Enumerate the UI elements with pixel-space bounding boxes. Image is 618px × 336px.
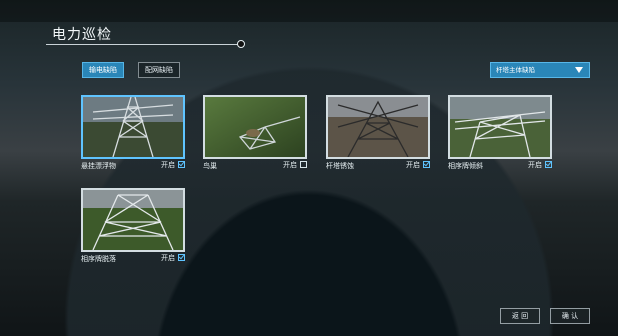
- defect-thumbnail[interactable]: [448, 95, 552, 159]
- tab-distribution-defects[interactable]: 配网缺陷: [138, 62, 180, 78]
- defect-thumbnail[interactable]: [81, 95, 185, 159]
- defect-card-floating-object[interactable]: 悬挂漂浮物 开启: [81, 95, 185, 181]
- tower-image: [83, 97, 183, 157]
- top-nav-bar: [0, 0, 618, 22]
- toggle-label: 开启: [161, 160, 175, 169]
- toggle-label: 开启: [406, 160, 420, 169]
- checkbox-checked-icon[interactable]: [423, 161, 430, 168]
- toggle-label: 开启: [528, 160, 542, 169]
- defect-card-phase-plate-missing[interactable]: 相序牌脱落 开启: [81, 188, 185, 274]
- defect-type-dropdown[interactable]: 杆塔主体缺陷: [490, 62, 590, 78]
- defect-thumbnail[interactable]: [203, 95, 307, 159]
- defect-card-phase-plate-tilt[interactable]: 相序牌倾斜 开启: [448, 95, 552, 181]
- defect-label: 杆塔锈蚀: [326, 162, 354, 170]
- toggle-label: 开启: [161, 253, 175, 262]
- tower-image: [450, 97, 550, 157]
- app-window: 电力巡检 输电缺陷 配网缺陷 杆塔主体缺陷 悬挂漂浮物 开启 鸟巢 开启 杆塔锈…: [0, 0, 618, 336]
- defect-card-tower-rust[interactable]: 杆塔锈蚀 开启: [326, 95, 430, 181]
- defect-thumbnail[interactable]: [326, 95, 430, 159]
- defect-label: 悬挂漂浮物: [81, 162, 116, 170]
- tower-image: [328, 97, 428, 157]
- toggle-label: 开启: [283, 160, 297, 169]
- page-title: 电力巡检: [52, 27, 112, 43]
- confirm-button[interactable]: 确 认: [550, 308, 590, 324]
- checkbox-checked-icon[interactable]: [178, 254, 185, 261]
- checkbox-checked-icon[interactable]: [545, 161, 552, 168]
- defect-label: 相序牌脱落: [81, 255, 116, 263]
- tab-transmission-defects[interactable]: 输电缺陷: [82, 62, 124, 78]
- checkbox-checked-icon[interactable]: [178, 161, 185, 168]
- title-underline-knob: [237, 40, 245, 48]
- enable-toggle[interactable]: 开启: [528, 160, 552, 169]
- chevron-down-icon: [575, 67, 583, 73]
- defect-card-bird-nest[interactable]: 鸟巢 开启: [203, 95, 307, 181]
- defect-label: 相序牌倾斜: [448, 162, 483, 170]
- enable-toggle[interactable]: 开启: [161, 160, 185, 169]
- checkbox-unchecked-icon[interactable]: [300, 161, 307, 168]
- tower-image: [83, 190, 183, 250]
- defect-label: 鸟巢: [203, 162, 217, 170]
- enable-toggle[interactable]: 开启: [283, 160, 307, 169]
- back-button[interactable]: 返 回: [500, 308, 540, 324]
- defect-thumbnail[interactable]: [81, 188, 185, 252]
- dropdown-selected-value: 杆塔主体缺陷: [496, 66, 535, 74]
- title-underline: [46, 44, 239, 45]
- bird-nest-image: [205, 97, 305, 157]
- enable-toggle[interactable]: 开启: [406, 160, 430, 169]
- enable-toggle[interactable]: 开启: [161, 253, 185, 262]
